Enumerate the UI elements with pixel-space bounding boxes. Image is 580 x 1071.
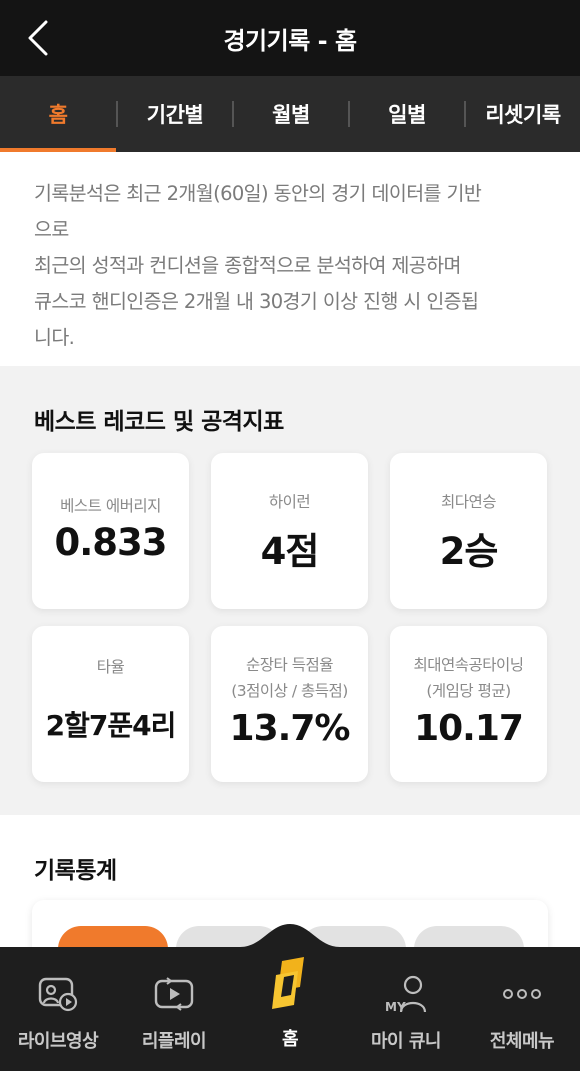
nav-label: 전체메뉴 — [489, 1031, 555, 1052]
card-label: 최다연승 — [440, 493, 497, 511]
nav-live-video[interactable]: 라이브영상 — [0, 947, 116, 1071]
card-value: 10.17 — [414, 708, 524, 749]
intro-line: 니다. — [34, 326, 75, 349]
tab-period[interactable]: 기간별 — [118, 76, 232, 152]
nav-home[interactable]: 홈 — [232, 947, 348, 1071]
card-sublabel: (3점이상 / 총득점) — [231, 682, 348, 700]
nav-replay[interactable]: 리플레이 — [116, 947, 232, 1071]
chevron-left-icon — [28, 20, 48, 56]
intro-line: 최근의 성적과 컨디션을 종합적으로 분석하여 제공하며 — [34, 254, 461, 277]
intro-line: 기록분석은 최근 2개월(60일) 동안의 경기 데이터를 기반 — [34, 182, 482, 205]
best-average-card: 베스트 에버리지 0.833 — [32, 453, 189, 609]
more-menu-icon — [501, 975, 543, 1013]
max-win-streak-card: 최다연승 2승 — [390, 453, 547, 609]
card-label: 타율 — [96, 658, 125, 676]
nav-label: 라이브영상 — [17, 1031, 99, 1052]
tab-daily[interactable]: 일별 — [350, 76, 464, 152]
card-value: 2할7푼4리 — [45, 709, 177, 742]
card-label: 하이런 — [268, 493, 311, 511]
my-profile-icon: MY — [383, 975, 429, 1014]
tab-home[interactable]: 홈 — [0, 76, 116, 152]
intro-line: 으로 — [34, 218, 69, 241]
card-value: 2승 — [439, 530, 499, 573]
card-value: 0.833 — [54, 521, 167, 564]
app-header: 경기기록 - 홈 — [0, 0, 580, 76]
tab-monthly[interactable]: 월별 — [234, 76, 348, 152]
intro-line: 큐스코 핸디인증은 2개월 내 30경기 이상 진행 시 인증됩 — [34, 290, 479, 313]
home-logo-icon — [270, 953, 310, 1013]
card-label: 베스트 에버리지 — [60, 497, 161, 515]
stats-title: 기록통계 — [34, 858, 117, 884]
intro-description: 기록분석은 최근 2개월(60일) 동안의 경기 데이터를 기반 으로 최근의 … — [0, 152, 580, 366]
tab-reset-record[interactable]: 리셋기록 — [466, 76, 580, 152]
high-run-card: 하이런 4점 — [211, 453, 368, 609]
max-empty-inning-card: 최대연속공타이닝 (게임당 평균) 10.17 — [390, 626, 547, 782]
card-label: 순장타 득점율 — [246, 656, 334, 674]
nav-label: 마이 큐니 — [370, 1031, 442, 1052]
replay-icon — [153, 975, 195, 1013]
nav-label: 홈 — [281, 1029, 299, 1050]
best-record-title: 베스트 레코드 및 공격지표 — [34, 409, 284, 435]
live-video-icon — [37, 975, 79, 1013]
card-value: 13.7% — [229, 708, 351, 749]
tab-bar: 홈 기간별 월별 일별 리셋기록 — [0, 76, 580, 152]
nav-label: 리플레이 — [141, 1031, 207, 1052]
batting-rate-card: 타율 2할7푼4리 — [32, 626, 189, 782]
page-title: 경기기록 - 홈 — [223, 26, 357, 55]
card-label: 최대연속공타이닝 — [413, 656, 524, 674]
back-button[interactable] — [22, 18, 54, 58]
nav-my-page[interactable]: MY 마이 큐니 — [348, 947, 464, 1071]
card-sublabel: (게임당 평균) — [426, 682, 511, 700]
long-hit-score-rate-card: 순장타 득점율 (3점이상 / 총득점) 13.7% — [211, 626, 368, 782]
nav-full-menu[interactable]: 전체메뉴 — [464, 947, 580, 1071]
card-value: 4점 — [260, 530, 320, 573]
my-badge-text: MY — [385, 1000, 406, 1014]
